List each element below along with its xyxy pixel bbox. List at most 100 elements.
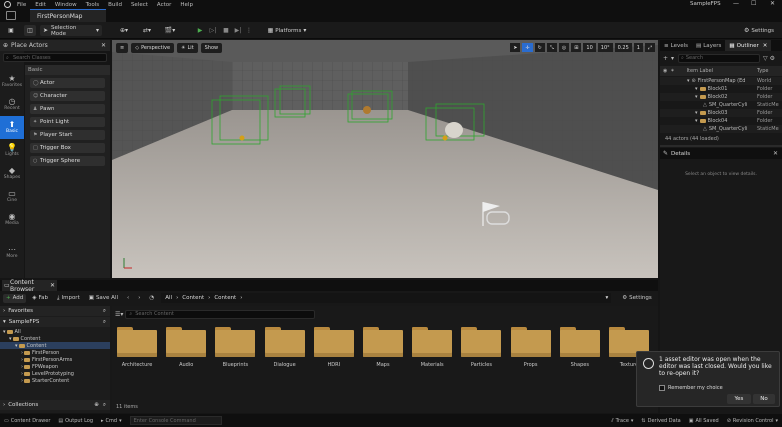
filter-icon[interactable]: ☰▾ — [115, 311, 123, 318]
no-button[interactable]: No — [753, 394, 775, 404]
actor-item[interactable]: □ Trigger Box — [30, 143, 105, 153]
surface-snap-icon[interactable]: ⊞ — [571, 43, 582, 52]
filter-icon[interactable]: ▾ — [671, 55, 674, 62]
outliner-row[interactable]: △ SM_QuarterCyli StaticMe — [660, 125, 782, 133]
close-icon[interactable]: ✕ — [763, 43, 768, 49]
grid-snap-button[interactable]: 10 — [583, 43, 596, 52]
tree-item[interactable]: › FirstPersonArms — [0, 356, 110, 363]
close-window-button[interactable]: ✕ — [770, 0, 775, 7]
settings-dropdown[interactable]: ⚙ Settings — [738, 25, 780, 36]
all-saved-button[interactable]: ▣ All Saved — [689, 418, 719, 424]
history-icon[interactable]: ◔ — [146, 294, 157, 303]
actor-item[interactable]: ☺ Character — [30, 91, 105, 101]
viewport-menu-button[interactable]: ≡ — [116, 42, 129, 53]
platforms-dropdown[interactable]: ▦ Platforms ▾ — [264, 25, 310, 36]
folder-tile-icon[interactable] — [264, 327, 305, 357]
tree-item[interactable]: › LevelPrototyping — [0, 370, 110, 377]
add-icon[interactable]: ⊕ — [94, 402, 99, 408]
scale-snap-button[interactable]: 0.25 — [614, 43, 632, 52]
add-button[interactable]: + Add — [3, 293, 27, 303]
content-drawer-button[interactable]: ▭ Content Drawer — [4, 418, 50, 424]
save-all-button[interactable]: ▣ Save All — [86, 294, 121, 303]
import-button[interactable]: ⤓ Import — [54, 294, 83, 303]
actor-item[interactable]: ♟ Pawn — [30, 104, 105, 114]
close-icon[interactable]: ✕ — [50, 282, 55, 289]
output-log-button[interactable]: ▤ Output Log — [58, 418, 93, 424]
outliner-row[interactable]: ▾ Block02 Folder — [660, 93, 782, 101]
tab-outliner[interactable]: ▦ Outliner ✕ — [725, 40, 772, 51]
folder-tile-icon[interactable] — [166, 327, 207, 357]
lit-button[interactable]: ☀ Lit — [177, 42, 198, 53]
select-tool-icon[interactable]: ➤ — [510, 43, 521, 52]
derived-data-button[interactable]: ⇅ Derived Data — [641, 418, 680, 424]
stop-button[interactable]: ■ — [221, 25, 231, 36]
trace-button[interactable]: ⫽ Trace ▾ — [611, 418, 633, 424]
menu-build[interactable]: Build — [108, 2, 122, 8]
breadcrumb-item[interactable]: All — [165, 295, 172, 301]
folder-tile-icon[interactable] — [313, 327, 354, 357]
add-icon[interactable]: + — [663, 55, 668, 62]
search-classes-input[interactable]: ⌕ Search Classes — [3, 53, 107, 62]
collections-header[interactable]: › Collections ⊕ ⌕ — [0, 400, 110, 410]
cinematics-icon[interactable]: 🎬▾ — [162, 25, 178, 36]
revision-control-button[interactable]: ⊘ Revision Control ▾ — [727, 418, 778, 424]
close-icon[interactable]: ✕ — [101, 42, 106, 49]
menu-tools[interactable]: Tools — [86, 2, 100, 8]
tab-layers[interactable]: ▤ Layers — [692, 40, 725, 51]
blueprint-icon[interactable]: ⇄▾ — [139, 25, 155, 36]
step-button[interactable]: ▷| — [208, 25, 218, 36]
actor-item[interactable]: ◯ Actor — [30, 78, 105, 88]
folder-tile-icon[interactable] — [363, 327, 403, 357]
level-viewport[interactable]: ≡ ◇ Perspective ☀ Lit Show ➤ ✛ ↻ ⤡ ◎ ⊞ 10 … — [112, 40, 658, 278]
content-settings-button[interactable]: ⚙ Settings — [619, 294, 655, 303]
search-icon[interactable]: ⌕ — [103, 308, 106, 315]
tree-item[interactable]: › FirstPerson — [0, 349, 110, 356]
breadcrumb-item[interactable]: Content — [182, 295, 204, 301]
show-button[interactable]: Show — [200, 42, 223, 53]
tab-levels[interactable]: ≡ Levels — [660, 40, 692, 51]
gear-icon[interactable]: ⚙ — [770, 55, 775, 62]
eject-button[interactable]: ▶| — [233, 25, 243, 36]
tree-item[interactable]: › FPWeapon — [0, 363, 110, 370]
minimize-button[interactable]: — — [733, 0, 739, 7]
asset-search-input[interactable]: ⌕ Search Content — [125, 309, 316, 319]
translate-tool-icon[interactable]: ✛ — [522, 43, 533, 52]
column-item-label[interactable]: Item Label — [687, 68, 713, 74]
menu-actor[interactable]: Actor — [157, 2, 171, 8]
breadcrumb-item[interactable]: Content — [214, 295, 236, 301]
add-content-icon[interactable]: ⊕▾ — [116, 25, 132, 36]
outliner-row[interactable]: ▾ Block01 Folder — [660, 85, 782, 93]
world-space-icon[interactable]: ◎ — [558, 43, 570, 52]
remember-checkbox[interactable] — [659, 385, 665, 391]
tree-item-selected[interactable]: ▾ Content — [0, 342, 110, 349]
yes-button[interactable]: Yes — [727, 394, 751, 404]
forward-icon[interactable]: › — [135, 294, 143, 303]
mode-icon[interactable]: ◫ — [24, 25, 36, 36]
outliner-row[interactable]: ▾ Block03 Folder — [660, 109, 782, 117]
scale-tool-icon[interactable]: ⤡ — [546, 43, 557, 52]
filter-funnel-icon[interactable]: ▽ — [763, 55, 768, 62]
menu-edit[interactable]: Edit — [35, 2, 46, 8]
chevron-down-icon[interactable]: ▾ — [605, 295, 608, 301]
outliner-row[interactable]: △ SM_QuarterCyli StaticMe — [660, 101, 782, 109]
maximize-viewport-icon[interactable]: ⤢ — [644, 43, 655, 52]
menu-help[interactable]: Help — [180, 2, 193, 8]
folder-tile-icon[interactable] — [117, 327, 157, 357]
folder-tile-icon[interactable] — [559, 327, 600, 357]
cmd-dropdown[interactable]: ▸ Cmd ▾ — [101, 418, 122, 424]
console-input[interactable]: Enter Console Command — [129, 416, 222, 425]
favorites-header[interactable]: › Favorites ⌕ — [0, 306, 110, 316]
tab-first-person-map[interactable]: FirstPersonMap — [30, 9, 106, 22]
back-icon[interactable]: ‹ — [124, 294, 132, 303]
tree-item[interactable]: ▾ All — [0, 328, 110, 335]
camera-speed-button[interactable]: 1 — [633, 43, 643, 52]
fab-button[interactable]: ◈ Fab — [29, 294, 51, 303]
maximize-button[interactable]: ☐ — [751, 0, 756, 7]
tab-content-browser[interactable]: ▭ Content Browser ✕ — [2, 279, 57, 293]
folder-tile-icon[interactable] — [412, 327, 453, 357]
menu-file[interactable]: File — [17, 2, 26, 8]
search-icon[interactable]: ⌕ — [103, 319, 106, 326]
outliner-search-input[interactable]: ⌕ Search — [678, 53, 761, 63]
save-icon[interactable]: ▣ — [6, 25, 16, 36]
selection-mode-dropdown[interactable]: ➤ Selection Mode ▾ — [40, 25, 102, 37]
